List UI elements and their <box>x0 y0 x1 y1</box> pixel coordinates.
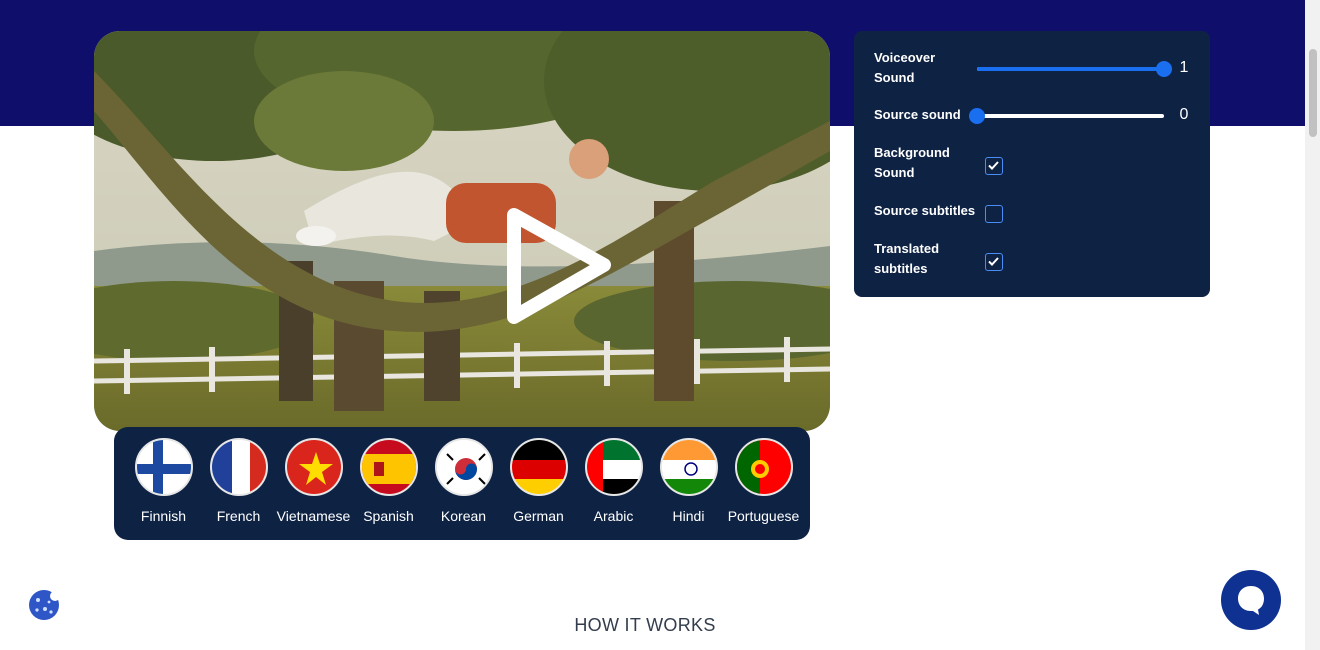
source-sound-label: Source sound <box>874 107 961 122</box>
language-option-korean[interactable]: Korean <box>426 438 501 524</box>
source-subtitles-checkbox[interactable] <box>985 205 1003 223</box>
language-option-german[interactable]: German <box>501 438 576 524</box>
language-label: German <box>513 508 564 524</box>
language-selector: Finnish French Vietnamese Spanish Korean… <box>114 427 810 540</box>
chat-bubble-icon <box>1238 586 1264 615</box>
translated-subtitles-label: Translated subtitles <box>874 239 939 279</box>
voiceover-sound-label: Voiceover Sound <box>874 48 935 88</box>
germany-flag-icon <box>509 438 568 496</box>
language-label: Hindi <box>672 508 705 524</box>
voiceover-slider-fill <box>977 67 1164 71</box>
voiceover-value: 1 <box>1179 59 1189 76</box>
language-label: Portuguese <box>727 508 800 524</box>
video-player[interactable] <box>94 31 830 431</box>
translated-subtitles-checkbox[interactable] <box>985 253 1003 271</box>
language-option-french[interactable]: French <box>201 438 276 524</box>
finland-flag-icon <box>134 438 193 496</box>
portugal-flag-icon <box>734 438 793 496</box>
india-flag-icon <box>659 438 718 496</box>
background-label-line2: Sound <box>874 165 915 180</box>
vietnam-flag-icon <box>284 438 343 496</box>
chat-widget-button[interactable] <box>1221 570 1281 630</box>
language-option-spanish[interactable]: Spanish <box>351 438 426 524</box>
audio-subtitle-panel: Voiceover Sound 1 Source sound 0 Backgro… <box>854 31 1210 297</box>
language-label: Finnish <box>140 508 187 524</box>
uae-flag-icon <box>584 438 643 496</box>
source-slider-thumb[interactable] <box>969 108 985 124</box>
translated-label-line2: subtitles <box>874 261 928 276</box>
voiceover-label-line1: Voiceover <box>874 50 936 65</box>
language-option-vietnamese[interactable]: Vietnamese <box>276 438 351 524</box>
translated-label-line1: Translated <box>874 241 940 256</box>
language-label: Spanish <box>363 508 414 524</box>
play-icon[interactable] <box>504 207 614 325</box>
background-sound-checkbox[interactable] <box>985 157 1003 175</box>
language-label: Korean <box>440 508 487 524</box>
source-sound-value: 0 <box>1179 106 1189 123</box>
source-subtitles-label: Source subtitles <box>874 203 976 218</box>
language-label: Vietnamese <box>276 508 351 524</box>
checkmark-icon <box>988 257 999 266</box>
checkmark-icon <box>988 161 999 170</box>
language-option-arabic[interactable]: Arabic <box>576 438 651 524</box>
how-it-works-heading: HOW IT WORKS <box>574 615 716 635</box>
spain-flag-icon <box>359 438 418 496</box>
korea-flag-icon <box>434 438 493 496</box>
scrollbar-thumb[interactable] <box>1309 49 1317 137</box>
voiceover-label-line2: Sound <box>874 70 915 85</box>
language-label: Arabic <box>593 508 634 524</box>
background-label-line1: Background <box>874 145 950 160</box>
language-label: French <box>216 508 261 524</box>
language-option-finnish[interactable]: Finnish <box>126 438 201 524</box>
france-flag-icon <box>209 438 268 496</box>
video-thumbnail <box>94 31 830 431</box>
source-sound-slider[interactable] <box>969 108 1164 124</box>
background-sound-label: Background Sound <box>874 143 950 183</box>
voiceover-slider-thumb[interactable] <box>1156 61 1172 77</box>
voiceover-slider[interactable] <box>977 61 1172 77</box>
language-option-hindi[interactable]: Hindi <box>651 438 726 524</box>
language-option-portuguese[interactable]: Portuguese <box>726 438 801 524</box>
